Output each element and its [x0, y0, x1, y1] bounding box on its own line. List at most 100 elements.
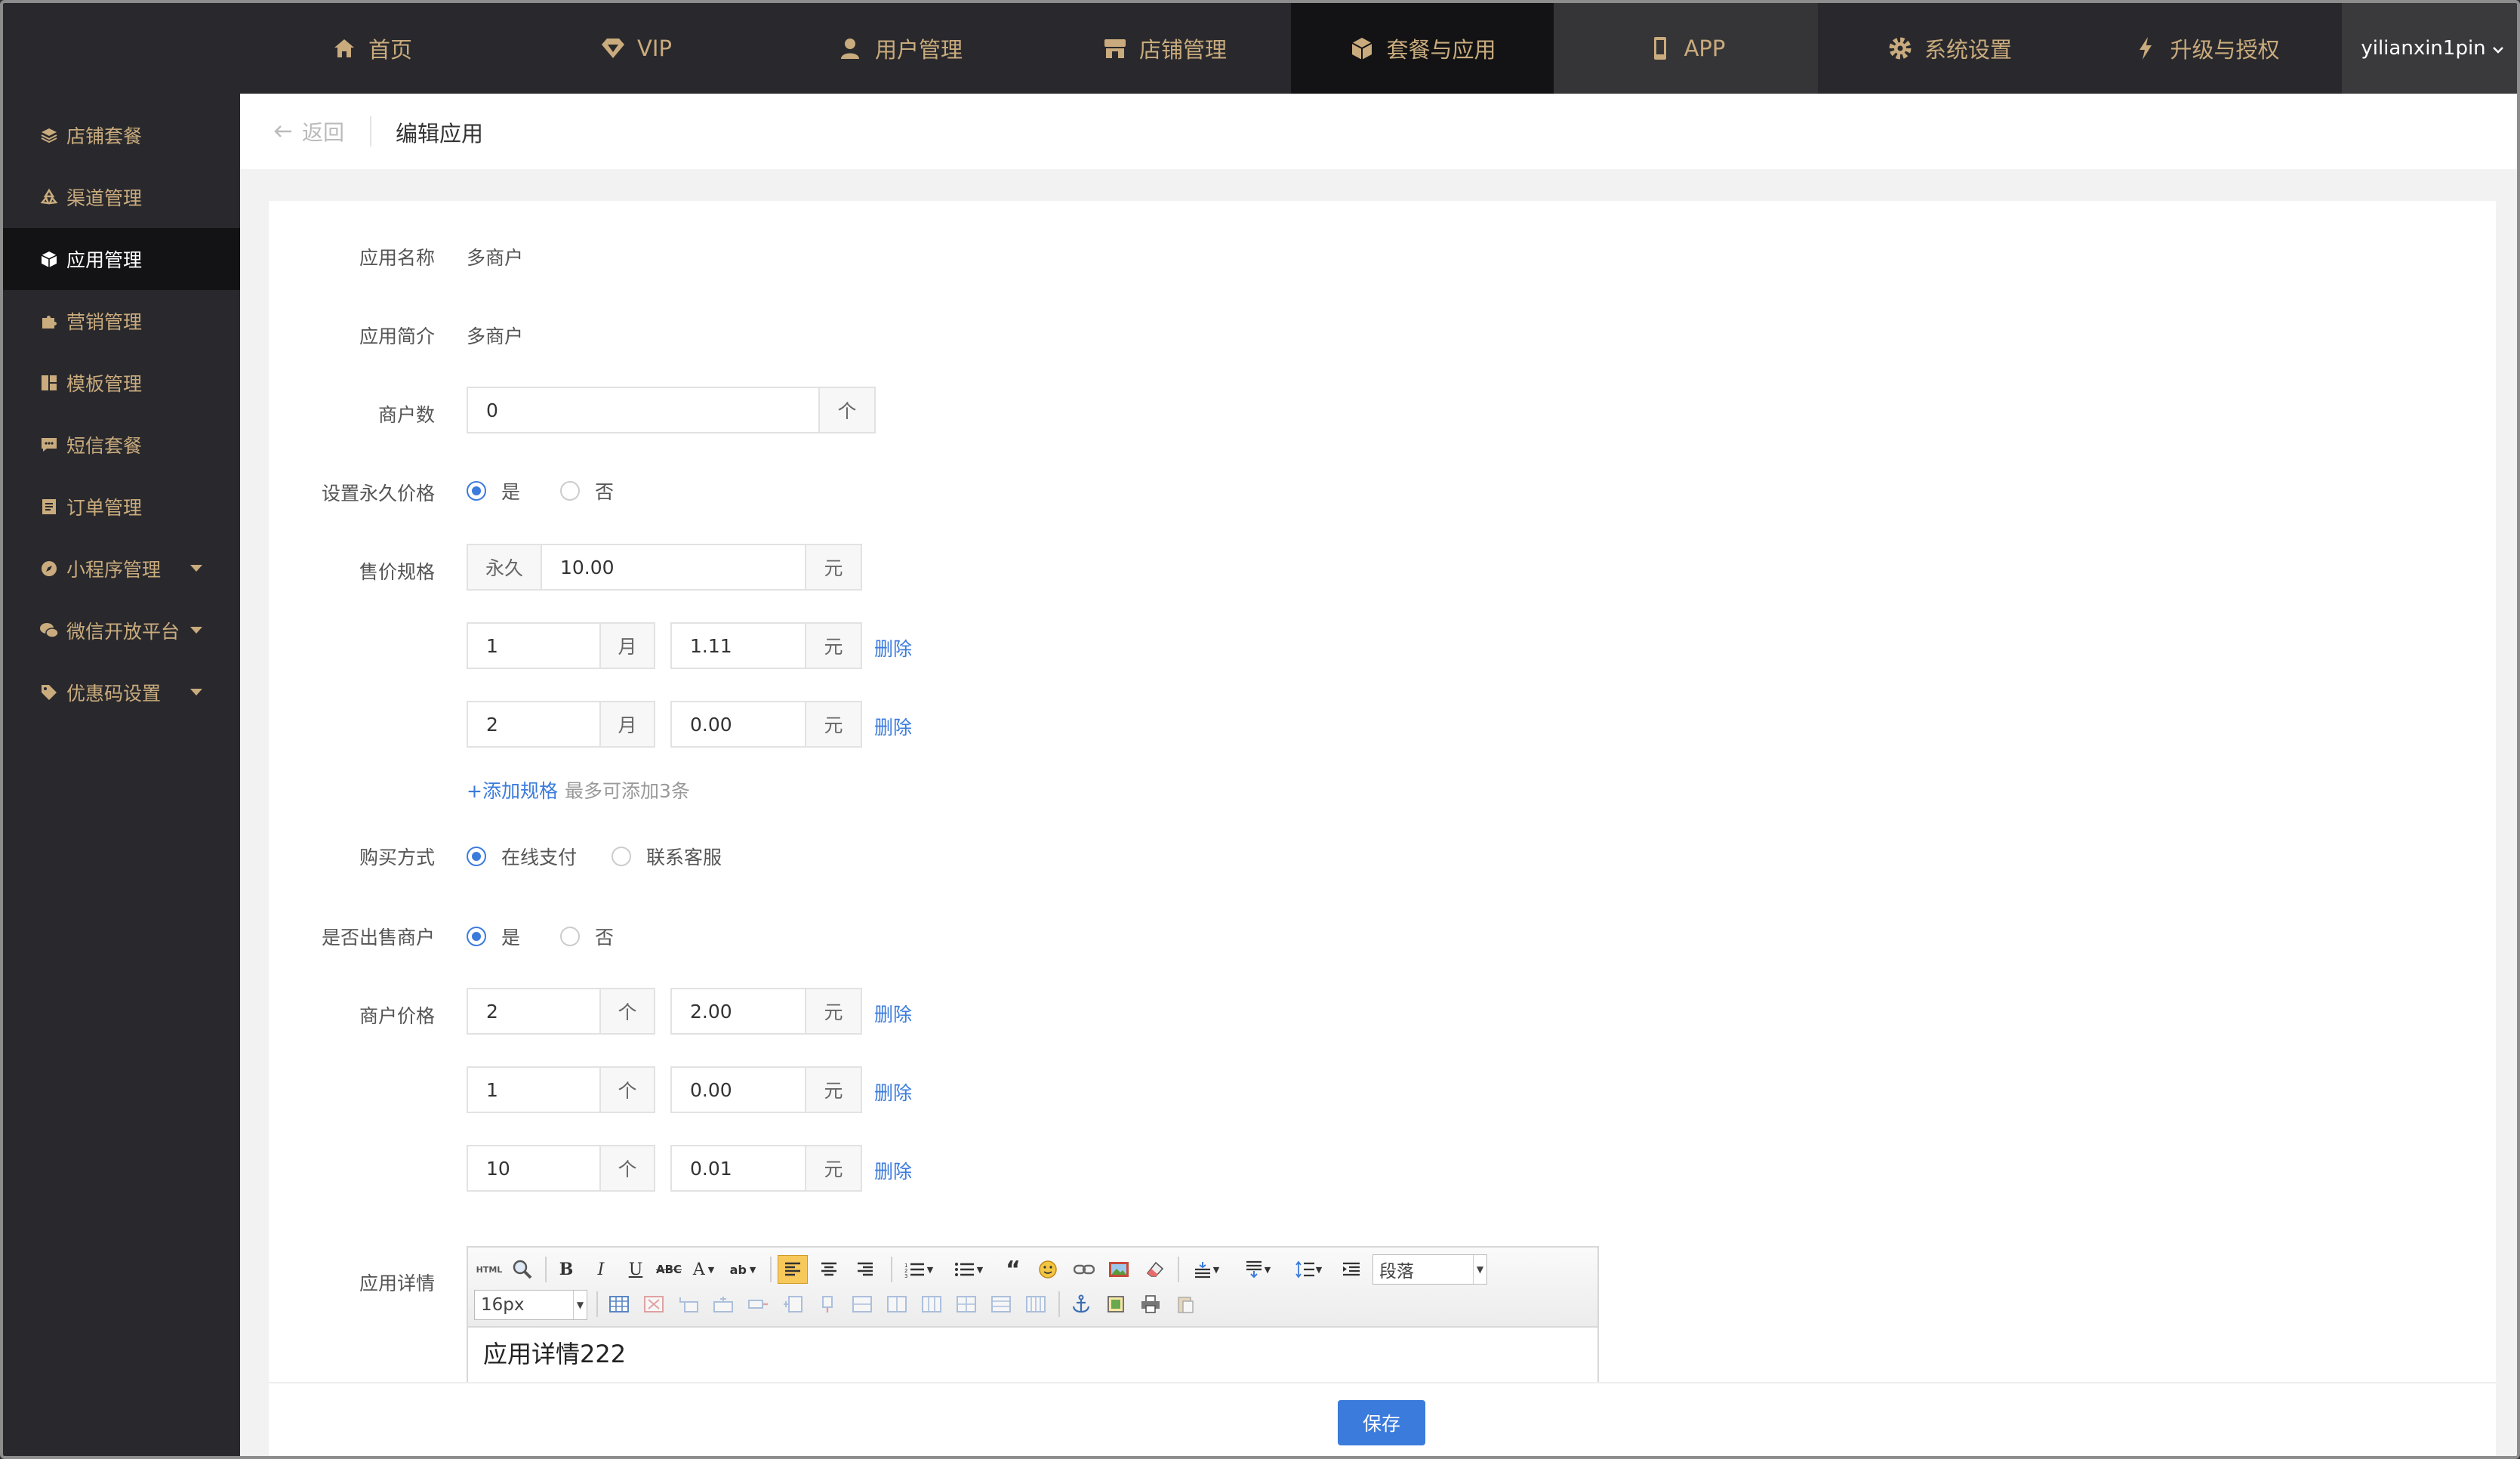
sell-merchant-no-radio[interactable]: 否: [560, 923, 614, 950]
merchant-count-tier-input[interactable]: 10: [468, 1146, 599, 1190]
merchant-price-tier-input[interactable]: 2.00: [672, 989, 805, 1033]
nav-app[interactable]: APP: [1554, 3, 1818, 94]
print-icon[interactable]: [1135, 1290, 1166, 1319]
paragraph-select[interactable]: 段落 ▼: [1372, 1254, 1487, 1285]
sidebar-item-marketing[interactable]: 营销管理: [3, 290, 240, 352]
permanent-yes-radio[interactable]: 是: [467, 477, 520, 504]
spec-months-input[interactable]: 1: [468, 624, 599, 668]
delete-merchant-price-button[interactable]: 删除: [874, 1157, 912, 1184]
merchant-count-field[interactable]: 0 个: [467, 387, 876, 433]
merchant-count-tier-field[interactable]: 1 个: [467, 1066, 655, 1113]
permanent-no-radio[interactable]: 否: [560, 477, 614, 504]
row-spacing-top-icon[interactable]: ▼: [1185, 1255, 1226, 1284]
font-color-icon[interactable]: A ▼: [689, 1255, 719, 1284]
merchant-count-tier-field[interactable]: 10 个: [467, 1145, 655, 1192]
strikethrough-icon[interactable]: ABC: [654, 1255, 684, 1284]
align-left-icon[interactable]: [778, 1255, 808, 1284]
align-center-icon[interactable]: [814, 1255, 844, 1284]
permanent-price-field[interactable]: 永久 10.00 元: [467, 544, 862, 591]
italic-icon[interactable]: I: [586, 1255, 616, 1284]
preview-search-icon[interactable]: [507, 1255, 538, 1284]
delete-merchant-price-button[interactable]: 删除: [874, 1078, 912, 1106]
user-menu[interactable]: yilianxin1pin: [2342, 3, 2517, 94]
delete-table-icon[interactable]: [639, 1290, 669, 1319]
delete-spec-button[interactable]: 删除: [874, 713, 912, 740]
sidebar-item-app-management[interactable]: 应用管理: [3, 228, 240, 290]
highlight-icon[interactable]: ab ▼: [728, 1255, 758, 1284]
merchant-price-tier-input[interactable]: 0.00: [672, 1068, 805, 1112]
insert-table-icon[interactable]: [604, 1290, 634, 1319]
delete-merchant-price-button[interactable]: 删除: [874, 1000, 912, 1027]
sell-merchant-yes-radio[interactable]: 是: [467, 923, 520, 950]
unordered-list-icon[interactable]: ▼: [948, 1255, 989, 1284]
ordered-list-icon[interactable]: 1 2 3 ▼: [898, 1255, 939, 1284]
align-right-icon[interactable]: [850, 1255, 880, 1284]
purchase-online-radio[interactable]: 在线支付: [467, 843, 577, 870]
spec-price-input[interactable]: 1.11: [672, 624, 805, 668]
insert-column-icon[interactable]: [778, 1290, 808, 1319]
save-button[interactable]: 保存: [1338, 1400, 1425, 1445]
quote-icon[interactable]: “: [998, 1255, 1028, 1284]
split-rows-icon[interactable]: [986, 1290, 1016, 1319]
image-icon[interactable]: [1104, 1255, 1134, 1284]
merchant-price-tier-field[interactable]: 0.00 元: [670, 1066, 862, 1113]
merchant-price-tier-field[interactable]: 0.01 元: [670, 1145, 862, 1192]
sidebar-item-sms-package[interactable]: 短信套餐: [3, 414, 240, 476]
spec-months-field[interactable]: 2 月: [467, 701, 655, 748]
emoji-icon[interactable]: [1033, 1255, 1063, 1284]
insert-row-icon[interactable]: [708, 1290, 738, 1319]
line-height-icon[interactable]: ▼: [1288, 1255, 1329, 1284]
insert-paragraph-before-table-icon[interactable]: [673, 1290, 704, 1319]
back-button[interactable]: 返回: [273, 116, 344, 147]
sidebar-item-channel[interactable]: 渠道管理: [3, 166, 240, 228]
spec-months-input[interactable]: 2: [468, 702, 599, 746]
split-cells-icon[interactable]: [951, 1290, 981, 1319]
spec-price-field[interactable]: 1.11 元: [670, 622, 862, 669]
nav-store-management[interactable]: 店铺管理: [1090, 3, 1238, 94]
spec-price-input[interactable]: 0.00: [672, 702, 805, 746]
spec-price-field[interactable]: 0.00 元: [670, 701, 862, 748]
merchant-price-tier-field[interactable]: 2.00 元: [670, 988, 862, 1035]
font-size-select[interactable]: 16px ▼: [474, 1290, 587, 1320]
sidebar-item-orders[interactable]: 订单管理: [3, 476, 240, 538]
merge-right-icon[interactable]: [882, 1290, 912, 1319]
sidebar-item-wechat-open[interactable]: 微信开放平台: [3, 600, 240, 662]
paste-icon[interactable]: [1170, 1290, 1200, 1319]
nav-system-settings[interactable]: 系统设置: [1875, 3, 2023, 94]
nav-upgrade-auth[interactable]: 升级与授权: [2132, 3, 2280, 94]
bold-icon[interactable]: B: [551, 1255, 581, 1284]
permanent-price-input[interactable]: 10.00: [542, 545, 805, 589]
merchant-count-tier-field[interactable]: 2 个: [467, 988, 655, 1035]
spec-months-field[interactable]: 1 月: [467, 622, 655, 669]
split-columns-icon[interactable]: [1021, 1290, 1051, 1319]
sidebar-item-miniprogram[interactable]: 小程序管理: [3, 538, 240, 600]
html-source-icon[interactable]: HTML: [474, 1255, 504, 1284]
nav-user-management[interactable]: 用户管理: [826, 3, 974, 94]
insert-frame-icon[interactable]: [1101, 1290, 1131, 1319]
anchor-icon[interactable]: [1066, 1290, 1096, 1319]
nav-vip[interactable]: VIP: [562, 3, 710, 94]
purchase-contact-radio[interactable]: 联系客服: [612, 843, 722, 870]
add-spec-button[interactable]: +添加规格: [467, 776, 558, 804]
underline-icon[interactable]: U: [621, 1255, 651, 1284]
delete-row-icon[interactable]: [743, 1290, 773, 1319]
delete-column-icon[interactable]: [812, 1290, 843, 1319]
merchant-price-tier-input[interactable]: 0.01: [672, 1146, 805, 1190]
merchant-count-tier-input[interactable]: 2: [468, 989, 599, 1033]
nav-home[interactable]: 首页: [297, 3, 445, 94]
sidebar-item-coupon[interactable]: 优惠码设置: [3, 662, 240, 723]
merchant-count-input[interactable]: 0: [468, 388, 818, 432]
indent-icon[interactable]: [1336, 1255, 1366, 1284]
delete-spec-button[interactable]: 删除: [874, 634, 912, 662]
link-icon[interactable]: [1069, 1255, 1099, 1284]
merge-down-icon[interactable]: [917, 1290, 947, 1319]
merchant-count-tier-input[interactable]: 1: [468, 1068, 599, 1112]
row-spacing-bottom-icon[interactable]: ▼: [1237, 1255, 1277, 1284]
eraser-icon[interactable]: [1140, 1255, 1170, 1284]
merge-cells-icon[interactable]: [847, 1290, 877, 1319]
editor-content[interactable]: 应用详情222: [483, 1335, 626, 1370]
sidebar-item-template[interactable]: 模板管理: [3, 352, 240, 414]
nav-package-app[interactable]: 套餐与应用: [1291, 3, 1554, 94]
sidebar-item-store-package[interactable]: 店铺套餐: [3, 104, 240, 166]
rich-text-editor[interactable]: HTML B I U ABC A ▼ ab ▼ 1 2 3 ▼ ▼ “ ▼ ▼ …: [467, 1246, 1599, 1397]
